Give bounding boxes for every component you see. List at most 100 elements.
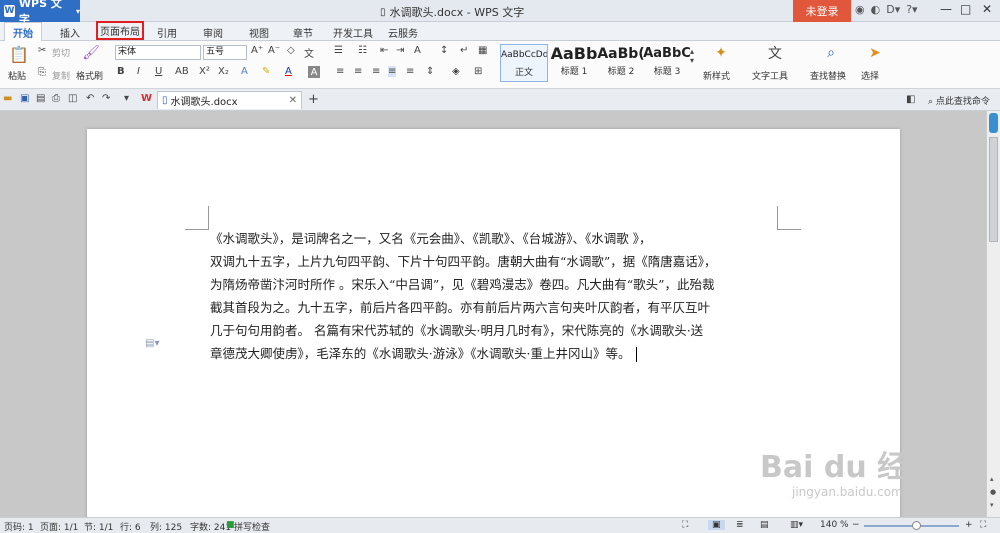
font-size-select[interactable]: 五号 xyxy=(203,45,247,60)
superscript-icon[interactable]: X² xyxy=(199,66,210,77)
reading-view-icon[interactable]: ▤ xyxy=(760,520,769,530)
tab-page-layout[interactable]: 页面布局 xyxy=(96,21,144,40)
paragraph-handle-icon[interactable]: ▤▾ xyxy=(145,338,159,349)
paste-button[interactable]: 粘贴 xyxy=(8,69,26,82)
select-cursor-icon[interactable]: ➤ xyxy=(866,44,884,62)
page-view-icon[interactable]: ▣ xyxy=(708,520,725,530)
undo-icon[interactable]: ↶ xyxy=(86,93,94,104)
tab-insert[interactable]: 插入 xyxy=(60,25,80,40)
vertical-scrollbar[interactable]: ▴ ● ▾ xyxy=(986,111,1000,517)
new-style-icon[interactable]: ✦ xyxy=(712,44,730,62)
zoom-out-icon[interactable]: − xyxy=(852,520,860,530)
zoom-slider-thumb[interactable] xyxy=(912,521,921,530)
distribute-icon[interactable]: ≡ xyxy=(406,66,414,77)
style-scroll-icon[interactable]: ▴ ▾ xyxy=(690,47,694,65)
font-name-select[interactable]: 宋体 xyxy=(115,45,201,60)
tab-chapter[interactable]: 章节 xyxy=(293,25,313,40)
search-command[interactable]: ⌕ 点此查找命令 xyxy=(928,94,990,107)
new-tab-icon[interactable]: + xyxy=(308,92,319,107)
open-icon[interactable]: ▬ xyxy=(3,93,12,104)
select-browse-icon[interactable]: ● xyxy=(990,488,996,496)
tab-developer[interactable]: 开发工具 xyxy=(333,25,373,40)
export-pdf-icon[interactable]: ▤ xyxy=(36,93,45,104)
next-page-icon[interactable]: ▾ xyxy=(990,501,994,509)
login-button[interactable]: 未登录 xyxy=(793,0,851,22)
show-marks-icon[interactable]: ↵ xyxy=(460,45,468,56)
tab-view[interactable]: 视图 xyxy=(249,25,269,40)
feedback-icon[interactable]: ◐ xyxy=(871,3,881,16)
zoom-in-icon[interactable]: + xyxy=(965,520,973,530)
save-icon[interactable]: ▣ xyxy=(20,93,29,104)
format-painter-button[interactable]: 格式刷 xyxy=(76,69,103,82)
font-color-icon[interactable]: A xyxy=(285,66,292,77)
align-right-icon[interactable]: ≡ xyxy=(372,66,380,77)
cut-icon[interactable]: ✂ xyxy=(38,45,46,56)
indent-icon[interactable]: ⇥ xyxy=(396,45,404,56)
sort-icon[interactable]: ↕ xyxy=(440,45,448,56)
table-icon[interactable]: ▦ xyxy=(478,45,487,56)
cut-button[interactable]: 剪切 xyxy=(52,46,70,59)
clear-format-icon[interactable]: ◇ xyxy=(287,45,295,56)
style-heading-3[interactable]: AaBbC 标题 3 xyxy=(643,44,691,82)
text-tools-icon[interactable]: 文 xyxy=(766,44,784,62)
document-menu-icon[interactable]: D▾ xyxy=(886,3,900,16)
numbering-icon[interactable]: ☷ xyxy=(358,45,367,56)
find-replace-icon[interactable]: ⌕ xyxy=(822,44,840,62)
text-effect-icon[interactable]: A xyxy=(241,66,248,77)
app-menu-button[interactable]: W WPS 文字 ▾ xyxy=(0,0,80,26)
subscript-icon[interactable]: X₂ xyxy=(218,66,229,77)
line-spacing-icon[interactable]: ⇕ xyxy=(426,66,434,77)
border-icon[interactable]: ⊞ xyxy=(474,66,482,77)
phonetic-icon[interactable]: 文 xyxy=(304,45,314,60)
format-painter-icon[interactable]: 🖌 xyxy=(82,44,100,62)
bullets-icon[interactable]: ☰ xyxy=(334,45,343,56)
grow-font-icon[interactable]: A⁺ xyxy=(251,45,263,56)
scroll-assistant-icon[interactable] xyxy=(989,113,998,133)
prev-page-icon[interactable]: ▴ xyxy=(990,475,994,483)
document-body[interactable]: 《水调歌头》，是词牌名之一，又名《元会曲》、《凯歌》、《台城游》、《水调歌 》，… xyxy=(210,227,780,365)
print-icon[interactable]: ⎙ xyxy=(52,93,60,104)
style-heading-2[interactable]: AaBb( 标题 2 xyxy=(597,44,645,82)
fit-page-icon[interactable]: ⛶ xyxy=(682,520,688,530)
style-normal[interactable]: AaBbCcDd 正文 xyxy=(500,44,548,82)
pin-icon[interactable]: ◧ xyxy=(906,94,915,105)
customize-chevron-icon[interactable]: ▾ xyxy=(124,93,129,104)
word-count[interactable]: 字数: 241 xyxy=(190,520,231,533)
strikethrough-icon[interactable]: AB xyxy=(175,66,189,77)
close-icon[interactable]: ✕ xyxy=(982,2,992,16)
bold-icon[interactable]: B xyxy=(117,66,125,77)
scrollbar-thumb[interactable] xyxy=(989,137,998,242)
zoom-level[interactable]: 140 % xyxy=(820,520,849,530)
skin-icon[interactable]: ◉ xyxy=(855,3,865,16)
outdent-icon[interactable]: ⇤ xyxy=(380,45,388,56)
align-left-icon[interactable]: ≡ xyxy=(336,66,344,77)
paste-icon[interactable]: 📋 xyxy=(9,45,29,64)
tab-references[interactable]: 引用 xyxy=(157,25,177,40)
shading-icon[interactable]: ◈ xyxy=(452,66,460,77)
wps-home-icon[interactable]: W xyxy=(141,93,152,104)
maximize-icon[interactable]: □ xyxy=(960,2,971,16)
help-icon[interactable]: ?▾ xyxy=(906,3,917,16)
tab-home[interactable]: 开始 xyxy=(4,22,42,41)
new-style-button[interactable]: 新样式 xyxy=(703,69,730,82)
align-center-icon[interactable]: ≡ xyxy=(354,66,362,77)
spell-check[interactable]: 拼写检查 xyxy=(234,520,270,533)
chinese-layout-icon[interactable]: A xyxy=(414,45,421,56)
document-tab[interactable]: ▯ 水调歌头.docx ✕ xyxy=(157,91,302,109)
tab-review[interactable]: 审阅 xyxy=(203,25,223,40)
italic-icon[interactable]: I xyxy=(137,66,140,77)
text-tools-button[interactable]: 文字工具 xyxy=(752,69,788,82)
char-shading-icon[interactable]: A xyxy=(308,66,320,78)
copy-button[interactable]: 复制 xyxy=(52,69,70,82)
highlight-icon[interactable]: ✎ xyxy=(262,66,270,77)
underline-icon[interactable]: U xyxy=(155,66,162,77)
find-replace-button[interactable]: 查找替换 xyxy=(810,69,846,82)
web-view-icon[interactable]: ▥▾ xyxy=(790,520,803,530)
copy-icon[interactable]: ⎘ xyxy=(38,67,46,78)
resize-grip-icon[interactable]: ⛶ xyxy=(980,520,986,530)
select-button[interactable]: 选择 xyxy=(861,69,879,82)
print-preview-icon[interactable]: ◫ xyxy=(68,93,77,104)
style-heading-1[interactable]: AaBb 标题 1 xyxy=(550,44,598,82)
justify-icon[interactable]: ≡ xyxy=(388,66,397,77)
shrink-font-icon[interactable]: A⁻ xyxy=(268,45,280,56)
